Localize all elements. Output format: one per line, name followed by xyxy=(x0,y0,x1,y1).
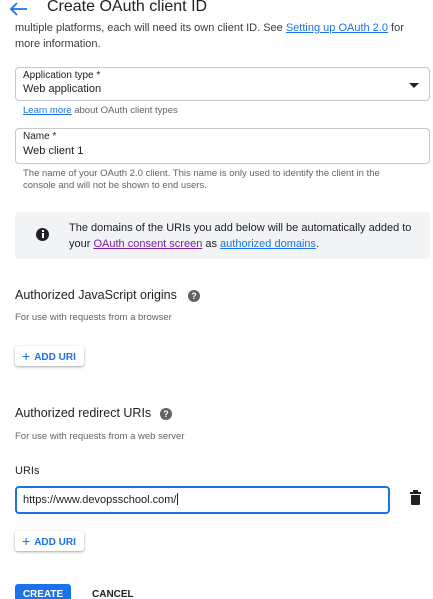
redirect-uri-input[interactable]: https://www.devopsschool.com/ xyxy=(15,486,390,514)
page-header: Create OAuth client ID xyxy=(0,0,433,20)
name-helper-text: The name of your OAuth 2.0 client. This … xyxy=(23,168,380,191)
setting-up-oauth-link[interactable]: Setting up OAuth 2.0 xyxy=(286,22,388,34)
add-redirect-uri-button[interactable]: + ADD URI xyxy=(15,531,84,551)
caret-down-icon xyxy=(409,83,419,88)
oauth-consent-screen-link[interactable]: OAuth consent screen xyxy=(93,238,202,250)
js-origins-description: For use with requests from a browser xyxy=(15,312,172,323)
help-icon[interactable]: ? xyxy=(160,408,172,420)
banner-text: The domains of the URIs you add below wi… xyxy=(69,222,412,250)
redirect-uris-title: Authorized redirect URIs xyxy=(15,406,152,420)
application-type-label: Application type * xyxy=(23,70,101,81)
add-js-origin-uri-button[interactable]: + ADD URI xyxy=(15,346,84,366)
text-cursor xyxy=(177,493,179,505)
intro-text: multiple platforms, each will need its o… xyxy=(15,22,404,50)
help-icon[interactable]: ? xyxy=(188,290,200,302)
name-label: Name * xyxy=(23,131,57,142)
create-button[interactable]: CREATE xyxy=(15,584,71,599)
js-origins-title: Authorized JavaScript origins xyxy=(15,288,177,302)
plus-icon: + xyxy=(22,533,31,549)
application-type-value: Web application xyxy=(23,83,102,95)
redirect-uri-value: https://www.devopsschool.com/ xyxy=(23,493,179,506)
uris-label: URIs xyxy=(15,465,40,477)
name-value: Web client 1 xyxy=(23,145,84,157)
application-type-select[interactable]: Application type * Web application xyxy=(15,67,430,101)
redirect-uris-description: For use with requests from a web server xyxy=(15,431,185,442)
trash-icon[interactable] xyxy=(410,490,421,505)
arrow-back-icon[interactable] xyxy=(8,0,28,18)
page-title: Create OAuth client ID xyxy=(47,0,208,15)
learn-more-link[interactable]: Learn more xyxy=(23,105,72,116)
name-field[interactable]: Name * Web client 1 xyxy=(15,128,430,164)
info-banner: The domains of the URIs you add below wi… xyxy=(15,212,430,259)
authorized-domains-link[interactable]: authorized domains xyxy=(220,238,316,250)
learn-more-text: Learn more about OAuth client types xyxy=(23,105,178,116)
info-icon xyxy=(36,228,49,241)
plus-icon: + xyxy=(22,348,31,364)
cancel-button[interactable]: CANCEL xyxy=(85,584,141,599)
